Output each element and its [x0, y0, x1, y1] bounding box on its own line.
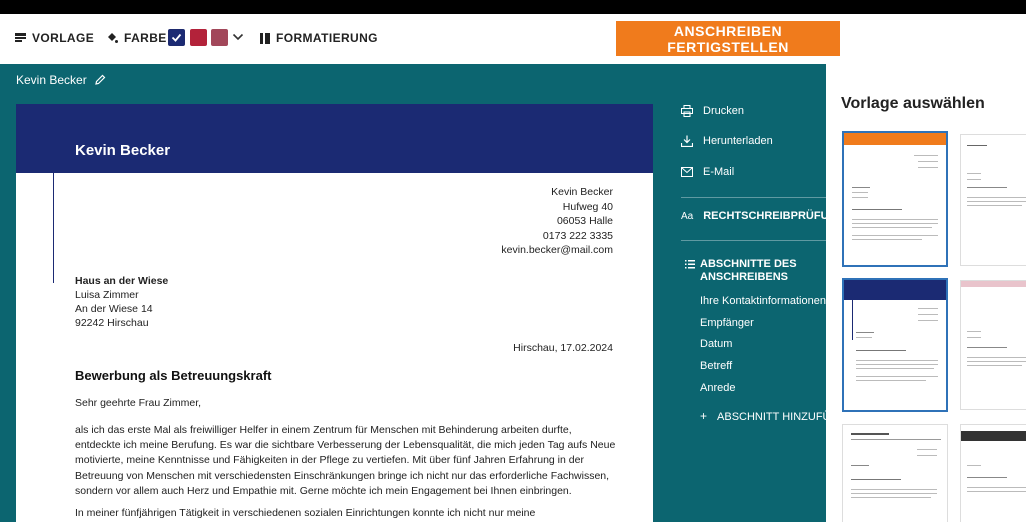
formatierung-label: FORMATIERUNG — [276, 31, 378, 45]
section-link-salutation[interactable]: Anrede — [700, 382, 735, 394]
spellcheck-icon: Aa — [681, 210, 694, 222]
template-icon — [15, 32, 26, 42]
letter-subject[interactable]: Bewerbung als Betreuungskraft — [75, 368, 272, 383]
color-swatch-red[interactable] — [190, 29, 207, 46]
paint-bucket-icon — [108, 33, 118, 43]
template-thumbnail[interactable] — [842, 278, 948, 412]
template-thumbnail[interactable] — [960, 134, 1026, 266]
color-swatch-rose[interactable] — [211, 29, 228, 46]
download-icon — [681, 135, 693, 147]
document-name-label: Kevin Becker — [16, 73, 87, 87]
plus-icon: + — [700, 409, 708, 423]
sender-phone: 0173 222 3335 — [542, 229, 613, 242]
sender-street: Hufweg 40 — [562, 200, 613, 213]
top-black-bar — [0, 0, 1026, 14]
sections-heading: ABSCHNITTE DES ANSCHREIBENS — [685, 258, 797, 284]
document-name[interactable]: Kevin Becker — [16, 73, 106, 87]
toolbar: VORLAGE FARBE FORMATIERUNG ANSCHREIBEN F… — [0, 14, 1026, 64]
letter-header-banner: Kevin Becker — [16, 104, 653, 173]
print-action[interactable]: Drucken — [681, 105, 744, 117]
sender-email: kevin.becker@mail.com — [501, 244, 613, 256]
sender-block[interactable]: Kevin Becker Hufweg 40 06053 Halle 0173 … — [501, 185, 613, 258]
color-swatch-navy[interactable] — [168, 29, 185, 46]
spellcheck-label: RECHTSCHREIBPRÜFUNG — [703, 210, 846, 222]
template-thumbnail[interactable] — [842, 424, 948, 522]
recipient-street: An der Wiese 14 — [75, 303, 153, 315]
letter-salutation[interactable]: Sehr geehrte Frau Zimmer, — [75, 397, 201, 409]
farbe-menu[interactable]: FARBE — [106, 31, 167, 45]
pencil-icon[interactable] — [94, 74, 106, 86]
letter-page[interactable]: Kevin Becker Kevin Becker Hufweg 40 0605… — [16, 104, 653, 522]
divider — [681, 240, 826, 241]
section-link-date[interactable]: Datum — [700, 338, 732, 350]
section-link-subject[interactable]: Betreff — [700, 360, 732, 372]
vorlage-menu[interactable]: VORLAGE — [15, 31, 94, 45]
accent-line — [53, 173, 54, 283]
template-panel-title: Vorlage auswählen — [841, 95, 985, 112]
sender-name: Kevin Becker — [551, 186, 613, 198]
sections-title-line: ABSCHNITTE DES — [700, 258, 797, 270]
recipient-city: 92242 Hirschau — [75, 317, 149, 329]
list-icon — [685, 260, 695, 269]
printer-icon — [681, 105, 693, 117]
email-action[interactable]: E-Mail — [681, 166, 734, 178]
letter-date[interactable]: Hirschau, 17.02.2024 — [513, 342, 613, 354]
recipient-company: Haus an der Wiese — [75, 275, 169, 287]
sections-title-line: ANSCHREIBENS — [700, 271, 789, 283]
chevron-down-icon[interactable] — [232, 32, 244, 42]
template-panel: Vorlage auswählen — [826, 64, 1026, 522]
finish-cover-letter-button[interactable]: ANSCHREIBEN FERTIGSTELLEN — [616, 21, 840, 56]
mail-icon — [681, 167, 693, 177]
template-thumbnail[interactable] — [960, 280, 1026, 410]
letter-header-name: Kevin Becker — [75, 142, 171, 159]
divider — [681, 197, 826, 198]
spellcheck-action[interactable]: Aa RECHTSCHREIBPRÜFUNG — [681, 210, 845, 222]
email-label: E-Mail — [703, 166, 735, 178]
download-label: Herunterladen — [703, 135, 773, 147]
print-label: Drucken — [703, 105, 744, 117]
format-icon — [260, 32, 270, 44]
template-thumbnail[interactable] — [960, 424, 1026, 522]
vorlage-label: VORLAGE — [32, 31, 95, 45]
template-thumbnail[interactable] — [842, 131, 948, 267]
section-link-recipient[interactable]: Empfänger — [700, 317, 754, 329]
farbe-label: FARBE — [124, 31, 167, 45]
letter-paragraph[interactable]: als ich das erste Mal als freiwilliger H… — [75, 423, 620, 499]
check-icon — [171, 33, 182, 42]
letter-paragraph[interactable]: In meiner fünfjährigen Tätigkeit in vers… — [75, 506, 620, 521]
section-link-contact[interactable]: Ihre Kontaktinformationen — [700, 295, 826, 307]
recipient-contact: Luisa Zimmer — [75, 289, 139, 301]
download-action[interactable]: Herunterladen — [681, 135, 773, 147]
sender-city: 06053 Halle — [556, 215, 613, 227]
formatierung-menu[interactable]: FORMATIERUNG — [260, 31, 378, 45]
recipient-block[interactable]: Haus an der Wiese Luisa Zimmer An der Wi… — [75, 274, 168, 330]
